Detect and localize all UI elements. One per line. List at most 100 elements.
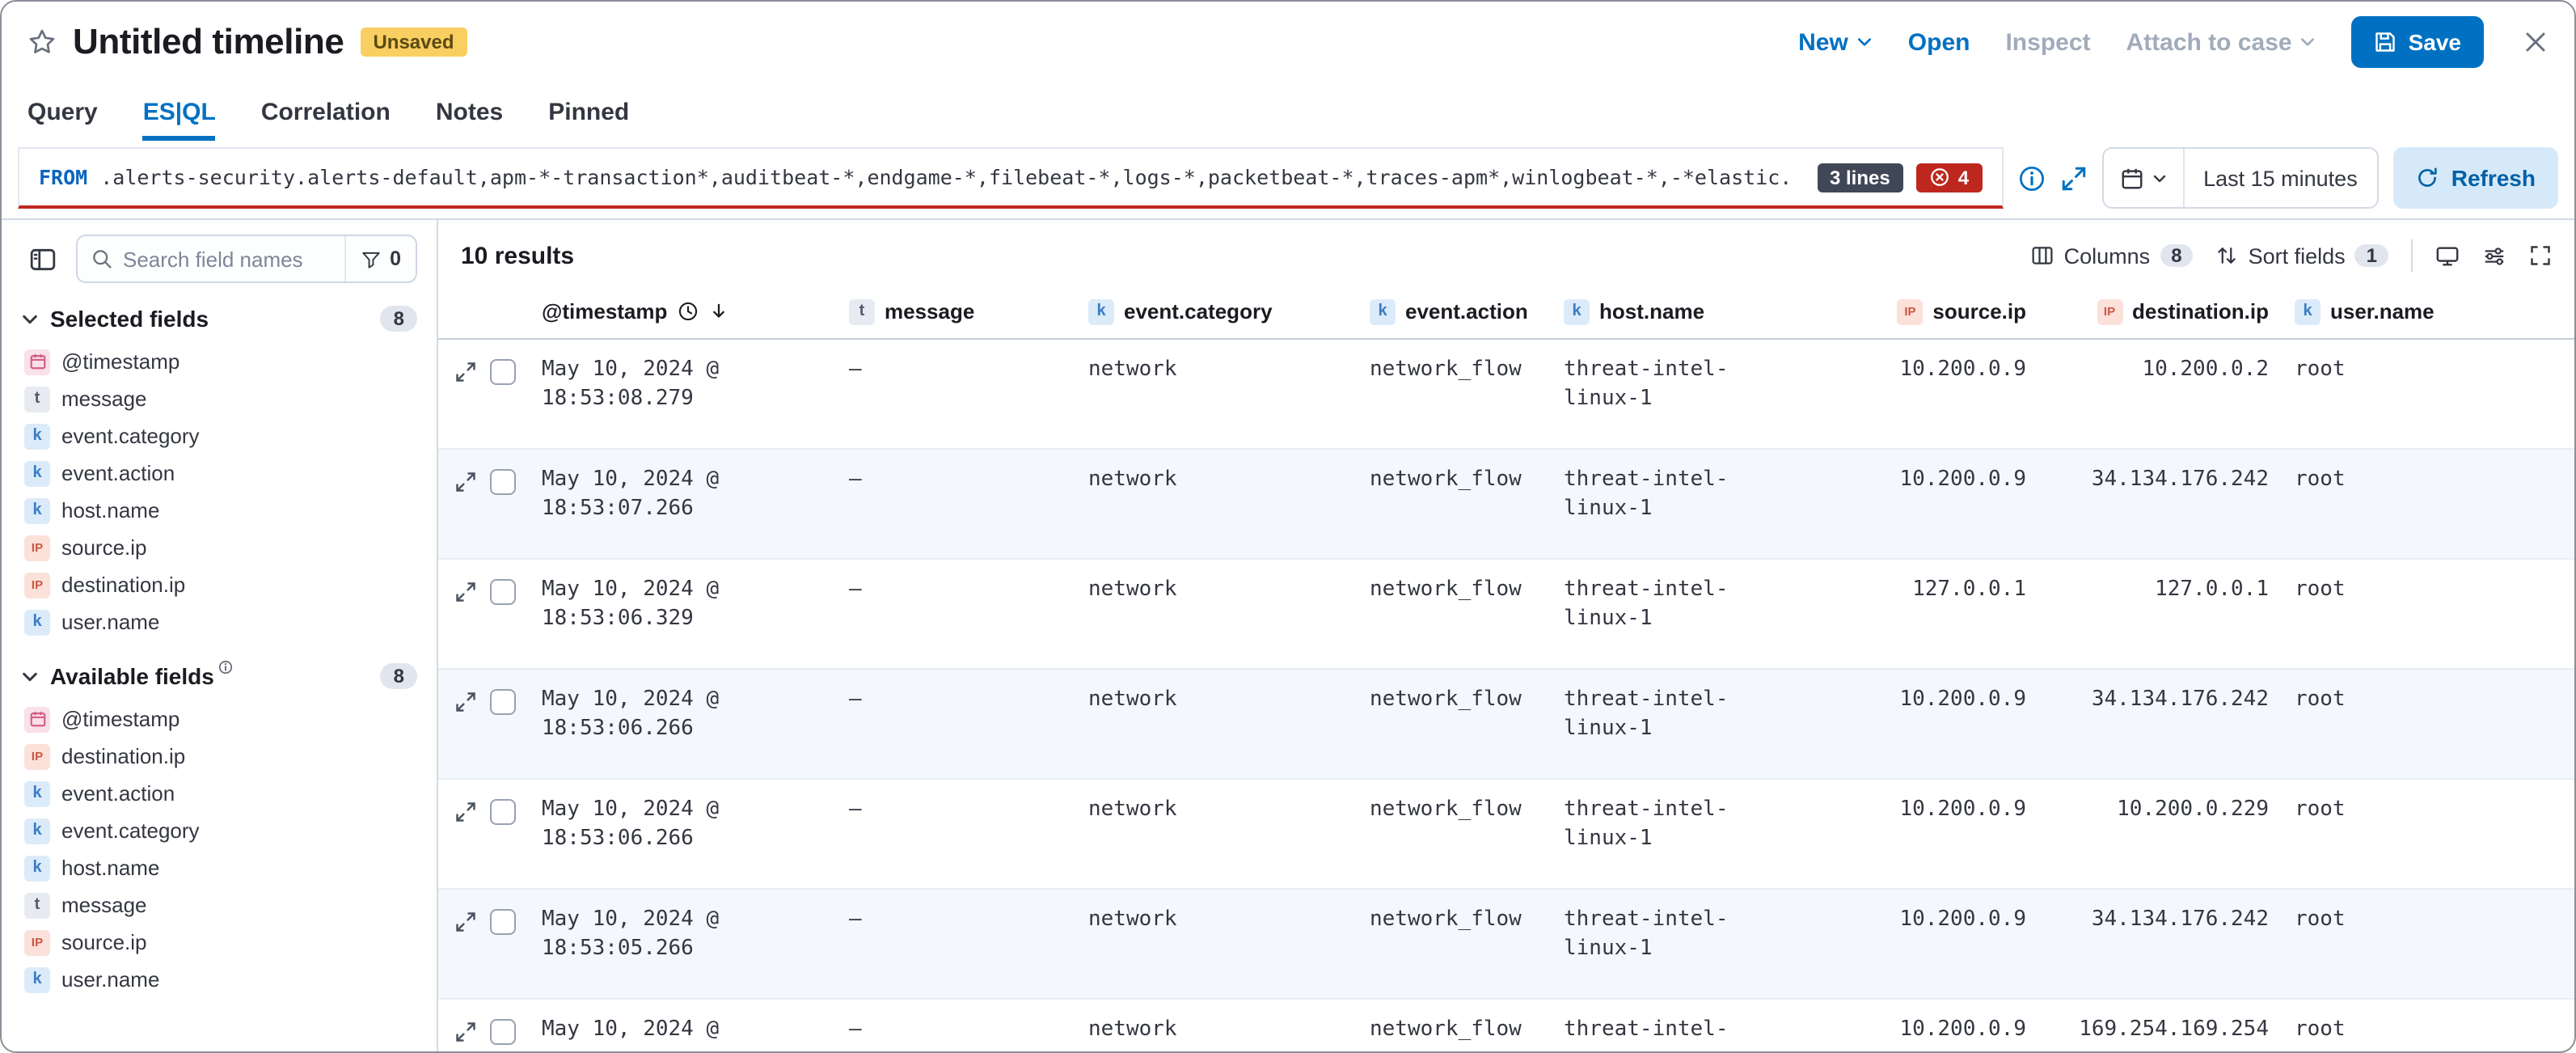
row-checkbox[interactable]: [490, 909, 516, 935]
cell-value: linux-1: [1564, 825, 1839, 854]
column-header-controls: [438, 285, 529, 338]
row-density-icon[interactable]: [2482, 243, 2506, 268]
expand-event-icon[interactable]: [454, 1021, 477, 1043]
row-checkbox[interactable]: [490, 689, 516, 715]
column-header-message[interactable]: tmessage: [836, 285, 1075, 338]
expand-event-icon[interactable]: [454, 471, 477, 493]
new-button[interactable]: New: [1798, 28, 1873, 56]
tab-pinned[interactable]: Pinned: [548, 99, 629, 141]
cell-host-name: threat-intel-linux-1: [1551, 466, 1852, 524]
field-item[interactable]: tmessage: [21, 380, 417, 417]
row-checkbox[interactable]: [490, 469, 516, 495]
date-quick-select-button[interactable]: [2103, 149, 2184, 207]
star-icon[interactable]: [27, 27, 57, 57]
column-header-host[interactable]: khost.name: [1551, 285, 1852, 338]
save-button[interactable]: Save: [2352, 16, 2484, 68]
display-options-icon[interactable]: [2435, 243, 2460, 268]
column-header-sip[interactable]: IPsource.ip: [1852, 285, 2039, 338]
field-item[interactable]: @timestamp: [21, 343, 417, 380]
cell-value: network_flow: [1370, 466, 1538, 495]
column-header-action[interactable]: kevent.action: [1357, 285, 1551, 338]
table-row: May 10, 2024 @18:53:06.329–networknetwor…: [438, 560, 2574, 670]
expand-event-icon[interactable]: [454, 911, 477, 933]
sort-descending-icon[interactable]: [707, 301, 728, 322]
table-header-row: @timestamptmessagekevent.categorykevent.…: [438, 285, 2574, 340]
expand-event-icon[interactable]: [454, 691, 477, 713]
row-checkbox[interactable]: [490, 1019, 516, 1045]
results-panel: 10 results Columns 8 Sort fields 1: [438, 220, 2574, 1051]
field-item[interactable]: kuser.name: [21, 603, 417, 641]
column-header-timestamp[interactable]: @timestamp: [529, 285, 836, 338]
field-item[interactable]: kevent.action: [21, 455, 417, 492]
field-filter-button[interactable]: 0: [344, 236, 416, 281]
field-item[interactable]: khost.name: [21, 849, 417, 886]
tab-correlation[interactable]: Correlation: [261, 99, 391, 141]
refresh-button[interactable]: Refresh: [2393, 147, 2558, 209]
field-item[interactable]: kevent.category: [21, 812, 417, 849]
tab-query[interactable]: Query: [27, 99, 98, 141]
attach-to-case-button[interactable]: Attach to case: [2126, 28, 2316, 56]
search-field-names-input[interactable]: [113, 247, 344, 271]
expand-event-icon[interactable]: [454, 801, 477, 823]
inspect-button[interactable]: Inspect: [2005, 28, 2090, 56]
column-header-dip[interactable]: IPdestination.ip: [2039, 285, 2282, 338]
field-name: event.category: [61, 818, 200, 843]
timeline-tabs: Query ES|QL Correlation Notes Pinned: [2, 82, 2574, 141]
cell-value: threat-intel-: [1564, 686, 1839, 715]
row-controls: [438, 356, 529, 385]
field-item[interactable]: IPdestination.ip: [21, 738, 417, 775]
field-item[interactable]: kuser.name: [21, 961, 417, 998]
field-item[interactable]: IPdestination.ip: [21, 566, 417, 603]
field-item[interactable]: @timestamp: [21, 700, 417, 738]
column-header-label: message: [885, 299, 974, 324]
field-item[interactable]: kevent.action: [21, 775, 417, 812]
field-name: user.name: [61, 967, 159, 992]
row-checkbox[interactable]: [490, 579, 516, 605]
column-header-label: event.category: [1124, 299, 1273, 324]
time-range-display[interactable]: Last 15 minutes: [2184, 166, 2377, 190]
cell-value: network: [1088, 796, 1344, 825]
selected-fields-header[interactable]: Selected fields 8: [21, 306, 417, 332]
cell-value: –: [849, 576, 1062, 605]
cell-value: –: [849, 796, 1062, 825]
cell-value: 127.0.0.1: [1864, 576, 2026, 605]
cell-source-ip: 10.200.0.9: [1852, 356, 2039, 385]
sort-fields-count-badge: 1: [2355, 244, 2388, 267]
close-icon[interactable]: [2523, 29, 2549, 55]
tab-label: Correlation: [261, 99, 391, 126]
esql-query-input[interactable]: FROM .alerts-security.alerts-default,apm…: [18, 147, 2003, 209]
column-header-user[interactable]: kuser.name: [2282, 285, 2574, 338]
sidebar-toggle-icon[interactable]: [21, 238, 63, 280]
search-icon: [91, 247, 113, 270]
cell-message: –: [836, 1016, 1075, 1045]
table-row: May 10, 2024 @–networknetwork_flowthreat…: [438, 1000, 2574, 1051]
row-checkbox[interactable]: [490, 359, 516, 385]
inspect-button-label: Inspect: [2005, 28, 2090, 56]
field-item[interactable]: IPsource.ip: [21, 924, 417, 961]
expand-event-icon[interactable]: [454, 581, 477, 603]
row-checkbox[interactable]: [490, 799, 516, 825]
field-item[interactable]: tmessage: [21, 886, 417, 924]
sort-fields-button[interactable]: Sort fields 1: [2216, 243, 2388, 268]
error-count-badge[interactable]: 4: [1916, 163, 1982, 192]
field-search-box: 0: [76, 235, 417, 283]
tab-esql[interactable]: ES|QL: [143, 99, 216, 141]
field-item[interactable]: kevent.category: [21, 417, 417, 455]
tab-label: Notes: [436, 99, 503, 126]
column-header-category[interactable]: kevent.category: [1075, 285, 1357, 338]
tab-notes[interactable]: Notes: [436, 99, 503, 141]
open-button[interactable]: Open: [1908, 28, 1970, 56]
cell-value: root: [2295, 1016, 2561, 1045]
field-item[interactable]: IPsource.ip: [21, 529, 417, 566]
query-info-icon[interactable]: [2017, 164, 2045, 192]
expand-event-icon[interactable]: [454, 361, 477, 383]
columns-button[interactable]: Columns 8: [2032, 243, 2194, 268]
cell-destination-ip: 10.200.0.2: [2039, 356, 2282, 385]
field-item[interactable]: khost.name: [21, 492, 417, 529]
fullscreen-icon[interactable]: [2529, 244, 2552, 267]
field-name: message: [61, 893, 147, 917]
available-fields-header[interactable]: Available fields 8: [21, 663, 417, 689]
expand-editor-icon[interactable]: [2059, 164, 2087, 192]
table-row: May 10, 2024 @18:53:05.266–networknetwor…: [438, 890, 2574, 1000]
sidebar-top-row: 0: [21, 235, 417, 283]
